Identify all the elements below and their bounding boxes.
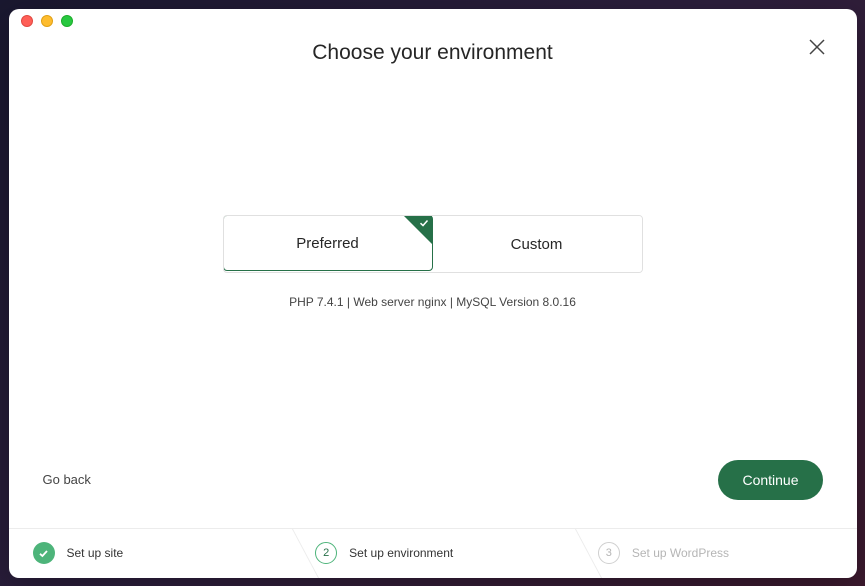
option-custom[interactable]: Custom <box>432 216 642 272</box>
step-3-circle: 3 <box>598 542 620 564</box>
close-icon[interactable] <box>807 37 827 62</box>
content: Preferred Custom PHP 7.4.1 | Web server … <box>9 65 857 460</box>
checkmark-icon <box>38 548 49 559</box>
window-zoom-button[interactable] <box>61 15 73 27</box>
step-1: Set up site <box>9 529 292 578</box>
check-icon <box>419 218 429 231</box>
steps-bar: Set up site 2 Set up environment 3 Set u… <box>9 528 857 578</box>
environment-detail: PHP 7.4.1 | Web server nginx | MySQL Ver… <box>289 295 576 309</box>
page-title: Choose your environment <box>9 41 857 65</box>
step-1-circle <box>33 542 55 564</box>
go-back-link[interactable]: Go back <box>43 472 91 487</box>
step-3-label: Set up WordPress <box>632 546 729 560</box>
step-3: 3 Set up WordPress <box>574 529 857 578</box>
environment-options: Preferred Custom <box>223 215 643 273</box>
step-2-label: Set up environment <box>349 546 453 560</box>
header: Choose your environment <box>9 33 857 65</box>
continue-button[interactable]: Continue <box>718 460 822 500</box>
option-preferred-label: Preferred <box>296 235 359 252</box>
step-2-circle: 2 <box>315 542 337 564</box>
window-close-button[interactable] <box>21 15 33 27</box>
titlebar <box>9 9 857 33</box>
step-1-label: Set up site <box>67 546 124 560</box>
footer: Go back Continue <box>9 460 857 528</box>
option-preferred[interactable]: Preferred <box>223 215 433 271</box>
step-2: 2 Set up environment <box>291 529 574 578</box>
window-minimize-button[interactable] <box>41 15 53 27</box>
option-custom-label: Custom <box>511 236 563 253</box>
app-window: Choose your environment Preferred Custom… <box>9 9 857 578</box>
